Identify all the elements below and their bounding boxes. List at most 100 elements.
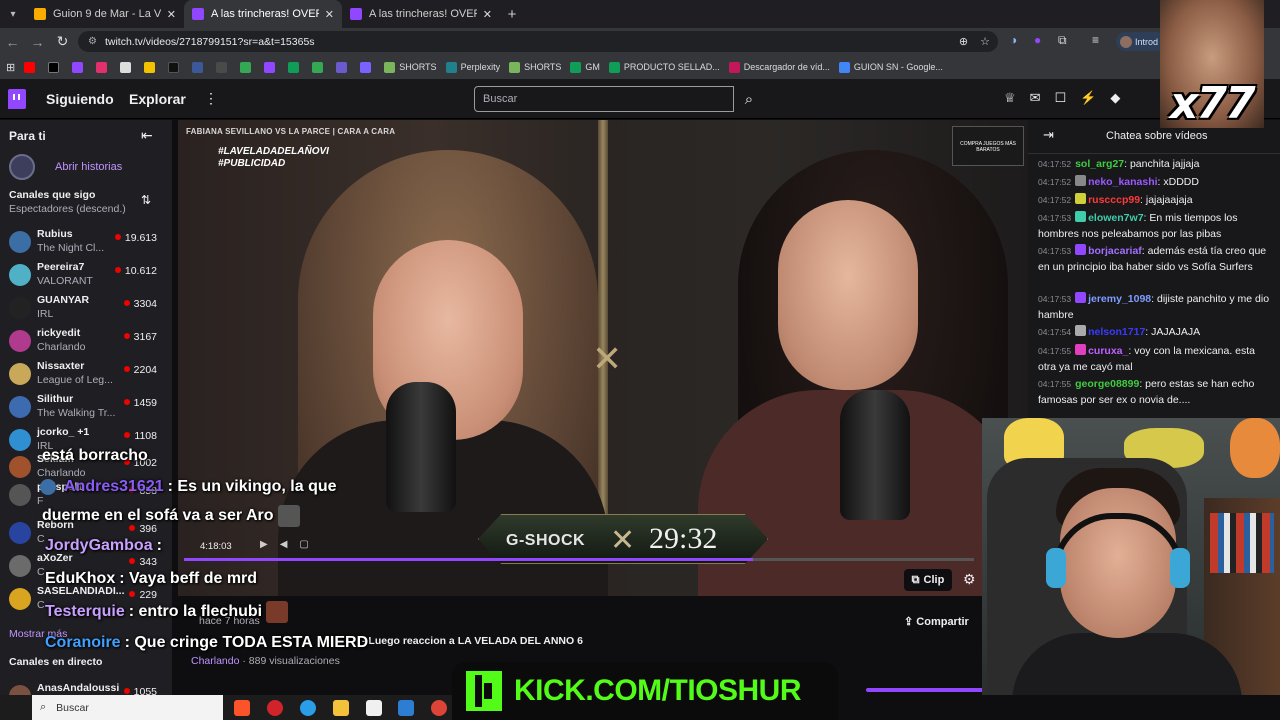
play-icon[interactable]: ▶ [260, 539, 268, 550]
bookmark-gm[interactable]: GM [570, 61, 600, 73]
settings-gear-icon[interactable]: ⚙ [963, 571, 976, 588]
opera-icon[interactable] [267, 700, 283, 716]
close-icon[interactable]: ✕ [483, 8, 492, 21]
bookmark-descargador[interactable]: Descargador de víd... [728, 61, 830, 73]
file-explorer-icon[interactable] [333, 700, 349, 716]
chat-username[interactable]: ruscccp99 [1088, 194, 1140, 206]
chat-username[interactable]: elowen7w7 [1088, 212, 1143, 224]
apps-icon[interactable]: ⊞ [6, 61, 15, 74]
edge-icon[interactable] [300, 700, 316, 716]
volume-icon[interactable]: ◀ [280, 539, 288, 550]
bookmark-star-icon[interactable]: ☆ [980, 35, 990, 48]
chat-username[interactable]: borjacariaf [1088, 245, 1142, 257]
expand-arrow-icon[interactable]: ⇥ [1043, 127, 1054, 143]
nav-following-link[interactable]: Siguiendo [46, 91, 114, 107]
bookmark-icon[interactable] [264, 61, 279, 73]
extensions-puzzle-icon[interactable]: ⧉ [1058, 33, 1067, 48]
bookmark-perplexity[interactable]: Perplexity [445, 61, 500, 73]
bookmark-icon[interactable] [192, 61, 207, 73]
bookmark-icon[interactable] [216, 61, 231, 73]
bookmark-icon[interactable] [120, 61, 135, 73]
sidebar-channel[interactable]: GUANYAR IRL 3304 [9, 294, 161, 322]
open-stories-link[interactable]: Abrir historias [9, 154, 122, 180]
browser-tab-2[interactable]: A las trincheras! OVER THE ✕ [184, 0, 342, 28]
search-icon[interactable]: ⌕ [735, 86, 763, 112]
bookmark-youtube-icon[interactable] [24, 61, 39, 73]
user-badge-icon [1075, 244, 1087, 255]
category-link[interactable]: Charlando [191, 655, 239, 667]
current-time: 4:18:03 [200, 541, 232, 552]
extension-icon[interactable]: ● [1034, 33, 1041, 47]
overlay-text: : [156, 537, 162, 554]
taskbar-search-input[interactable]: ⌕ Buscar [32, 695, 223, 720]
person-right-face [778, 200, 918, 390]
bookmark-instagram-icon[interactable] [96, 61, 111, 73]
chat-username[interactable]: curuxa_ [1088, 345, 1128, 357]
bookmark-icon[interactable] [312, 61, 327, 73]
sidebar-channel[interactable]: Peereira7 VALORANT 10.612 [9, 261, 161, 289]
forward-icon[interactable]: → [25, 34, 50, 50]
bookmark-tiktok-icon[interactable] [168, 61, 183, 73]
twitch-logo-icon[interactable] [8, 89, 26, 109]
bookmark-guion[interactable]: GUION SN - Google... [838, 61, 943, 73]
close-icon[interactable]: ✕ [325, 8, 334, 21]
bookmark-twitch-icon[interactable] [72, 61, 87, 73]
browser-tab-1[interactable]: Guion 9 de Mar - La Velada - P ✕ [26, 0, 184, 28]
sort-icon[interactable]: ⇅ [141, 193, 151, 207]
reading-list-icon[interactable]: ≡ [1092, 33, 1099, 47]
channel-name: Rubius [37, 228, 73, 240]
bookmark-x-icon[interactable] [48, 61, 63, 73]
avatar [9, 588, 31, 610]
bookmark-icon[interactable] [360, 61, 375, 73]
mail-icon[interactable] [398, 700, 414, 716]
bookmark-icon[interactable] [240, 61, 255, 73]
chat-username[interactable]: sol_arg27 [1075, 158, 1124, 170]
search-input[interactable]: Buscar [474, 86, 734, 112]
bookmark-icon[interactable] [336, 61, 351, 73]
more-menu-icon[interactable]: ⋮ [204, 90, 218, 107]
chrome-icon[interactable] [431, 700, 447, 716]
bookmark-shorts[interactable]: SHORTS [384, 61, 437, 73]
collapse-arrow-icon[interactable]: ⇤ [141, 127, 153, 144]
whispers-icon[interactable]: ☐ [1055, 90, 1067, 106]
share-button[interactable]: ⇪ Compartir [904, 615, 969, 628]
sidebar-channel[interactable]: Rubius The Night Cl... 19.613 [9, 228, 161, 256]
chat-username[interactable]: jeremy_1098 [1088, 293, 1151, 305]
clip-button[interactable]: ⧉ Clip [904, 569, 952, 591]
bookmark-icon[interactable] [144, 61, 159, 73]
reload-icon[interactable]: ↻ [50, 33, 75, 50]
bookmark-icon[interactable] [288, 61, 303, 73]
profile-button[interactable]: Introd [1116, 32, 1166, 51]
chat-username[interactable]: george08899 [1075, 378, 1139, 390]
video-player[interactable]: ✕ FABIANA SEVILLANO VS LA PARCE | CARA A… [178, 120, 1028, 596]
chat-username[interactable]: nelson1717 [1088, 326, 1145, 338]
bits-icon[interactable]: ◆ [1110, 90, 1120, 106]
new-tab-icon[interactable]: + [500, 6, 524, 23]
sidebar-channel[interactable]: Silithur The Walking Tr... 1459 [9, 393, 161, 421]
user-badge-icon [1075, 175, 1087, 186]
extension-icon[interactable]: ◑ [1010, 33, 1017, 47]
prime-crown-icon[interactable]: ♕ [1004, 90, 1016, 106]
seek-bar[interactable] [184, 558, 974, 561]
brave-icon[interactable] [234, 700, 250, 716]
channel-name: rickyedit [37, 327, 81, 339]
back-icon[interactable]: ← [0, 34, 25, 50]
store-icon[interactable] [366, 700, 382, 716]
captions-icon[interactable]: ▢ [299, 539, 308, 550]
turbo-icon[interactable]: ⚡ [1080, 90, 1096, 106]
message-timestamp: 04:17:55 [1038, 379, 1072, 389]
sidebar-channel[interactable]: rickyedit Charlando 3167 [9, 327, 161, 355]
sidebar-channel[interactable]: Nissaxter League of Leg... 2204 [9, 360, 161, 388]
inbox-icon[interactable]: ✉ [1030, 90, 1041, 106]
tab-search-icon[interactable]: ▾ [0, 0, 26, 28]
url-field[interactable]: ⚙ twitch.tv/videos/2718799151?sr=a&t=153… [78, 31, 998, 52]
message-timestamp: 04:17:55 [1038, 346, 1072, 356]
bookmark-shorts[interactable]: SHORTS [509, 61, 561, 73]
site-info-icon[interactable]: ⚙ [88, 36, 97, 47]
zoom-icon[interactable]: ⊕ [959, 35, 968, 48]
close-icon[interactable]: ✕ [167, 8, 176, 21]
bookmark-producto[interactable]: PRODUCTO SELLAD... [608, 61, 720, 73]
chat-username[interactable]: neko_kanashi [1088, 176, 1157, 188]
nav-browse-link[interactable]: Explorar [129, 91, 186, 107]
browser-tab-3[interactable]: A las trincheras! OVER THE TOP ✕ [342, 0, 500, 28]
